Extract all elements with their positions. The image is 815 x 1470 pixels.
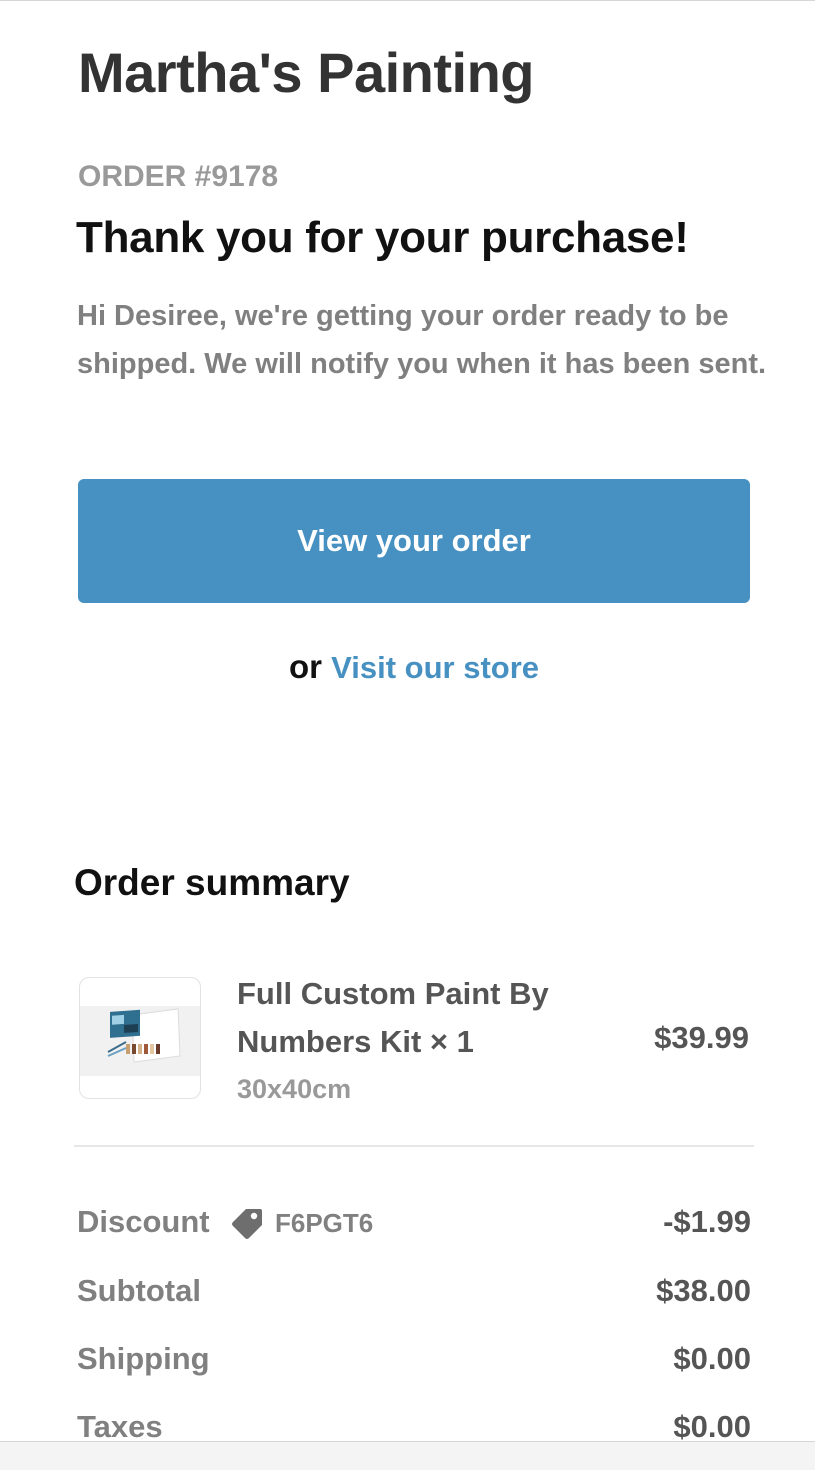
bottom-toolbar [0,1441,815,1470]
visit-store-link[interactable]: Visit our store [331,650,539,685]
shipping-value: $0.00 [673,1341,751,1376]
visit-store-line: or Visit our store [0,648,815,686]
taxes-value: $0.00 [673,1409,751,1444]
shop-name[interactable]: Martha's Painting [78,40,535,105]
discount-row: Discount F6PGT6 -$1.99 [77,1204,751,1250]
discount-value: -$1.99 [663,1204,751,1239]
product-thumbnail [79,977,201,1099]
taxes-label: Taxes [77,1409,163,1444]
discount-code-badge: F6PGT6 [229,1204,373,1242]
product-variant: 30x40cm [237,1074,352,1104]
order-number: ORDER #9178 [78,160,279,193]
thank-you-heading: Thank you for your purchase! [76,213,689,262]
discount-label: Discount [77,1204,210,1239]
shipping-label: Shipping [77,1341,210,1376]
product-price: $39.99 [654,1020,749,1055]
view-order-button[interactable]: View your order [78,479,750,603]
top-divider [0,0,815,1]
paint-kit-thumbnail [80,1006,200,1076]
subtotal-value: $38.00 [656,1273,751,1308]
tag-icon [232,1209,262,1239]
product-title: Full Custom Paint By Numbers Kit × 1 [237,976,549,1059]
discount-code: F6PGT6 [275,1207,374,1238]
subtotal-label: Subtotal [77,1273,201,1308]
order-message: Hi Desiree, we're getting your order rea… [77,300,767,380]
or-text: or [288,648,322,685]
shipping-row: Shipping $0.00 [77,1341,751,1387]
order-summary-heading: Order summary [74,862,350,903]
summary-divider [74,1145,754,1147]
subtotal-row: Subtotal $38.00 [77,1273,751,1319]
